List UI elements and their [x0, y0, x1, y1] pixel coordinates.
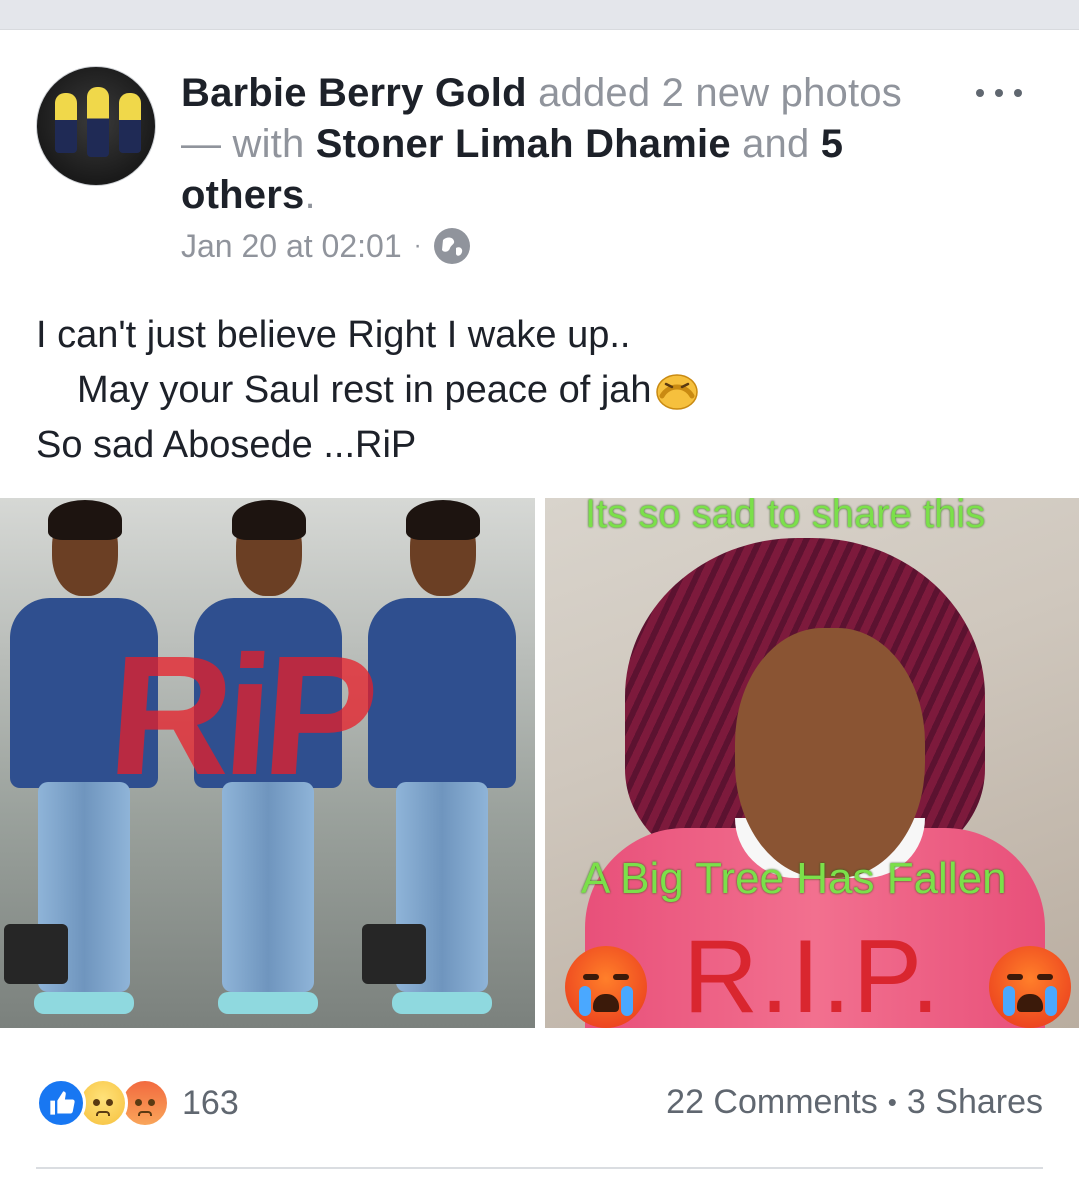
avatar-figure	[87, 87, 109, 157]
post-text-line: I can't just believe Right I wake up..	[36, 314, 631, 356]
author-name[interactable]: Barbie Berry Gold	[181, 71, 527, 115]
post-meta: Jan 20 at 02:01 ·	[181, 226, 470, 266]
post-header: Barbie Berry Gold added 2 new photos — w…	[181, 68, 921, 221]
post-timestamp[interactable]: Jan 20 at 02:01	[181, 228, 402, 265]
top-bar	[0, 0, 1079, 30]
reaction-count: 163	[182, 1083, 239, 1122]
feed-post: Barbie Berry Gold added 2 new photos — w…	[0, 30, 1079, 1200]
more-dot	[995, 89, 1003, 97]
globe-icon[interactable]	[433, 228, 470, 264]
photo-caption-rip: R.I.P.	[683, 919, 942, 1028]
more-dot	[976, 89, 984, 97]
post-text-line: So sad Abosede ...RiP	[36, 424, 417, 466]
like-icon	[36, 1078, 86, 1128]
reaction-summary[interactable]: 163	[36, 1076, 239, 1130]
shushing-face-emoji	[655, 374, 698, 410]
shares-link[interactable]: 3 Shares	[907, 1083, 1043, 1122]
avatar-figure	[119, 93, 141, 153]
crying-face-emoji	[989, 946, 1071, 1028]
photo-rip-overlay: RiP	[103, 621, 377, 811]
more-options-icon[interactable]	[974, 80, 1024, 106]
post-text: I can't just believe Right I wake up.. M…	[36, 308, 1036, 473]
avatar-figure	[55, 93, 77, 153]
comments-link[interactable]: 22 Comments	[666, 1083, 878, 1122]
engagement-separator: •	[887, 1086, 897, 1117]
post-photo-1[interactable]: RiP	[0, 498, 535, 1028]
post-photo-2[interactable]: Its so sad to share this A Big Tree Has …	[545, 498, 1079, 1028]
author-avatar[interactable]	[36, 66, 156, 186]
more-dot	[1014, 89, 1022, 97]
tagged-person[interactable]: Stoner Limah Dhamie	[316, 122, 731, 166]
and-word: and	[742, 122, 810, 166]
header-period: .	[304, 173, 316, 217]
crying-face-emoji	[565, 946, 647, 1028]
meta-separator: ·	[413, 232, 422, 259]
photo-figure	[362, 500, 522, 1026]
divider	[36, 1167, 1043, 1169]
engagement-stats: 22 Comments • 3 Shares	[666, 1080, 1043, 1124]
post-text-line-2: May your Saul rest in peace of jah	[36, 363, 1036, 418]
photo-caption-middle: A Big Tree Has Fallen	[581, 854, 1007, 903]
photo-caption-top: Its so sad to share this	[585, 498, 986, 536]
post-text-line: May your Saul rest in peace of jah	[77, 369, 652, 411]
